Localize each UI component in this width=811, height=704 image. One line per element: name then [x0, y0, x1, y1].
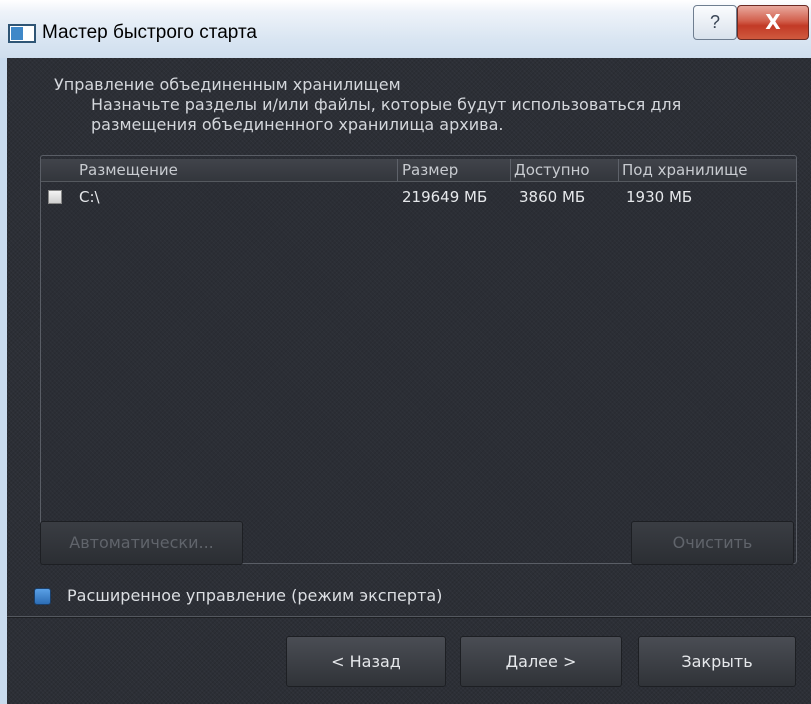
- help-button[interactable]: ?: [693, 5, 737, 40]
- column-header-storage[interactable]: Под хранилище: [622, 160, 747, 180]
- expert-mode-checkbox[interactable]: [34, 588, 51, 605]
- wizard-window: Мастер быстрого старта ? X Управление об…: [0, 0, 811, 704]
- column-header-location[interactable]: Размещение: [79, 160, 178, 180]
- back-button[interactable]: < Назад: [286, 636, 446, 687]
- clear-button[interactable]: Очистить: [631, 521, 794, 565]
- column-divider[interactable]: [618, 159, 619, 181]
- column-divider[interactable]: [397, 159, 398, 181]
- close-button[interactable]: Закрыть: [638, 636, 796, 687]
- list-header: Размещение Размер Доступно Под хранилище: [41, 159, 796, 182]
- next-button[interactable]: Далее >: [460, 636, 622, 687]
- wizard-content: Управление объединенным хранилищем Назна…: [7, 58, 811, 704]
- column-header-available[interactable]: Доступно: [514, 160, 590, 180]
- close-window-button[interactable]: X: [737, 5, 809, 40]
- page-title: Управление объединенным хранилищем: [54, 75, 401, 94]
- table-row[interactable]: C:\ 219649 МБ 3860 МБ 1930 МБ: [41, 184, 796, 210]
- window-icon: [8, 24, 36, 43]
- auto-button[interactable]: Автоматически...: [40, 521, 243, 565]
- cell-location: C:\: [79, 188, 100, 206]
- storage-list[interactable]: Размещение Размер Доступно Под хранилище…: [40, 155, 797, 564]
- cell-size: 219649 МБ: [402, 188, 488, 206]
- divider: [7, 616, 811, 617]
- title-bar: Мастер быстрого старта ? X: [0, 0, 811, 58]
- column-header-size[interactable]: Размер: [402, 160, 458, 180]
- cell-available: 3860 МБ: [519, 188, 586, 206]
- row-checkbox[interactable]: [48, 190, 62, 204]
- column-divider[interactable]: [510, 159, 511, 181]
- window-title: Мастер быстрого старта: [42, 22, 258, 43]
- expert-mode-label[interactable]: Расширенное управление (режим эксперта): [67, 586, 442, 605]
- cell-storage: 1930 МБ: [626, 188, 693, 206]
- page-description: Назначьте разделы и/или файлы, которые б…: [91, 95, 682, 134]
